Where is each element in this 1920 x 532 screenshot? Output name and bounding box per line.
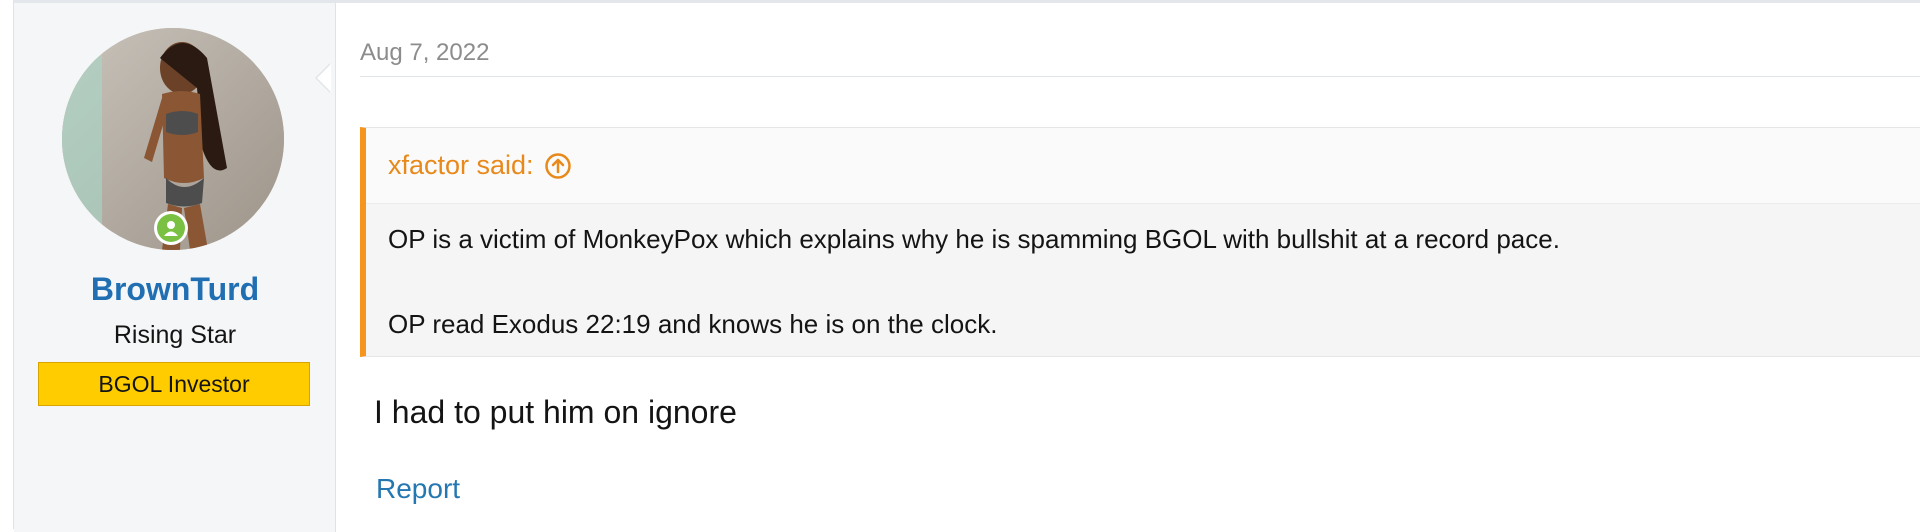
header-divider xyxy=(360,76,1920,77)
forum-post: BrownTurd Rising Star BGOL Investor Aug … xyxy=(13,0,1920,532)
quote-block: xfactor said: OP is a victim of MonkeyPo… xyxy=(360,127,1920,357)
username-link[interactable]: BrownTurd xyxy=(14,271,336,308)
post-date-link[interactable]: Aug 7, 2022 xyxy=(360,39,489,67)
online-status xyxy=(154,211,188,245)
quote-author-label: xfactor said: xyxy=(388,150,534,180)
quote-header: xfactor said: xyxy=(366,128,1920,204)
user-banner: BGOL Investor xyxy=(38,362,310,406)
post-message: I had to put him on ignore xyxy=(374,394,737,430)
arrow-up-circle-icon[interactable] xyxy=(544,152,572,180)
quote-line: OP is a victim of MonkeyPox which explai… xyxy=(388,224,1560,254)
quote-line: OP read Exodus 22:19 and knows he is on … xyxy=(388,309,998,339)
report-link[interactable]: Report xyxy=(376,473,460,505)
post-user-column: BrownTurd Rising Star BGOL Investor xyxy=(14,3,336,532)
quote-author-link[interactable]: xfactor said: xyxy=(388,150,572,181)
user-title: Rising Star xyxy=(113,321,237,349)
online-status-icon xyxy=(157,214,185,242)
